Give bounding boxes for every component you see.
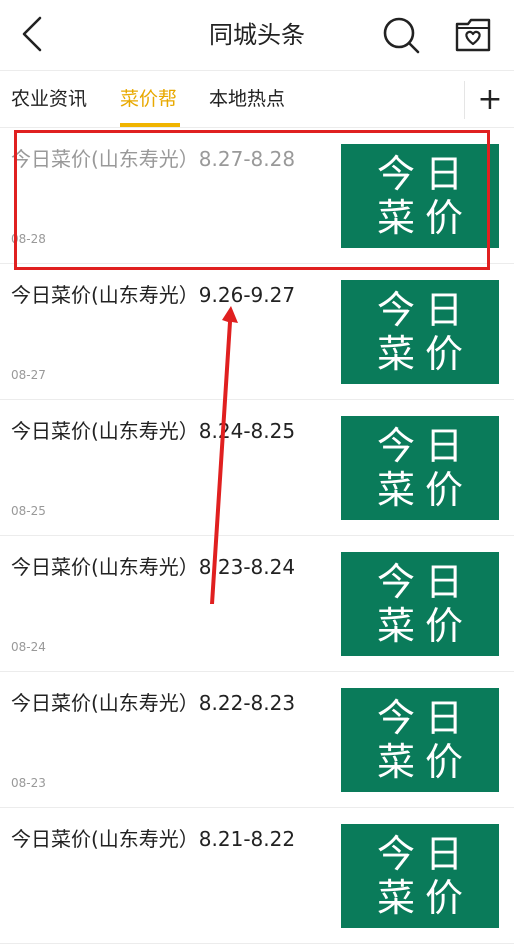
article-date: 08-27 — [11, 368, 46, 382]
category-tabs: 农业资讯 菜价帮 本地热点 + — [0, 70, 514, 128]
list-item[interactable]: 今日菜价(山东寿光）8.22-8.23 08-23 今日 菜价 — [0, 672, 514, 808]
page-title: 同城头条 — [209, 21, 305, 49]
heart-folder-icon — [455, 18, 491, 52]
list-item[interactable]: 今日菜价(山东寿光）8.27-8.28 08-28 今日 菜价 — [0, 128, 514, 264]
article-list: 今日菜价(山东寿光）8.27-8.28 08-28 今日 菜价 今日菜价(山东寿… — [0, 128, 514, 944]
article-date: 08-24 — [11, 640, 46, 654]
chevron-left-icon — [22, 16, 42, 52]
tab-agri-news[interactable]: 农业资讯 — [11, 71, 87, 128]
article-title: 今日菜价(山东寿光）8.27-8.28 — [11, 147, 296, 171]
article-thumbnail: 今日 菜价 — [341, 144, 499, 248]
article-thumbnail: 今日 菜价 — [341, 824, 499, 928]
article-thumbnail: 今日 菜价 — [341, 688, 499, 792]
article-title: 今日菜价(山东寿光）8.23-8.24 — [11, 555, 296, 579]
article-date: 08-23 — [11, 776, 46, 790]
top-nav-bar: 同城头条 — [0, 0, 514, 70]
active-tab-indicator — [120, 123, 180, 127]
list-item[interactable]: 今日菜价(山东寿光）8.24-8.25 08-25 今日 菜价 — [0, 400, 514, 536]
article-thumbnail: 今日 菜价 — [341, 552, 499, 656]
article-thumbnail: 今日 菜价 — [341, 416, 499, 520]
tab-divider — [464, 81, 465, 119]
article-date: 08-28 — [11, 232, 46, 246]
search-icon — [383, 17, 420, 54]
list-item[interactable]: 今日菜价(山东寿光）8.21-8.22 今日 菜价 — [0, 808, 514, 944]
article-date: 08-25 — [11, 504, 46, 518]
search-button[interactable] — [380, 14, 422, 56]
list-item[interactable]: 今日菜价(山东寿光）9.26-9.27 08-27 今日 菜价 — [0, 264, 514, 400]
favorites-button[interactable] — [452, 14, 494, 56]
article-thumbnail: 今日 菜价 — [341, 280, 499, 384]
article-title: 今日菜价(山东寿光）8.24-8.25 — [11, 419, 296, 443]
tab-local-hot[interactable]: 本地热点 — [209, 71, 285, 128]
article-title: 今日菜价(山东寿光）9.26-9.27 — [11, 283, 296, 307]
list-item[interactable]: 今日菜价(山东寿光）8.23-8.24 08-24 今日 菜价 — [0, 536, 514, 672]
article-title: 今日菜价(山东寿光）8.21-8.22 — [11, 827, 296, 851]
add-tab-button[interactable]: + — [466, 71, 514, 128]
back-button[interactable] — [14, 14, 54, 54]
tab-veg-price[interactable]: 菜价帮 — [120, 71, 177, 128]
article-title: 今日菜价(山东寿光）8.22-8.23 — [11, 691, 296, 715]
